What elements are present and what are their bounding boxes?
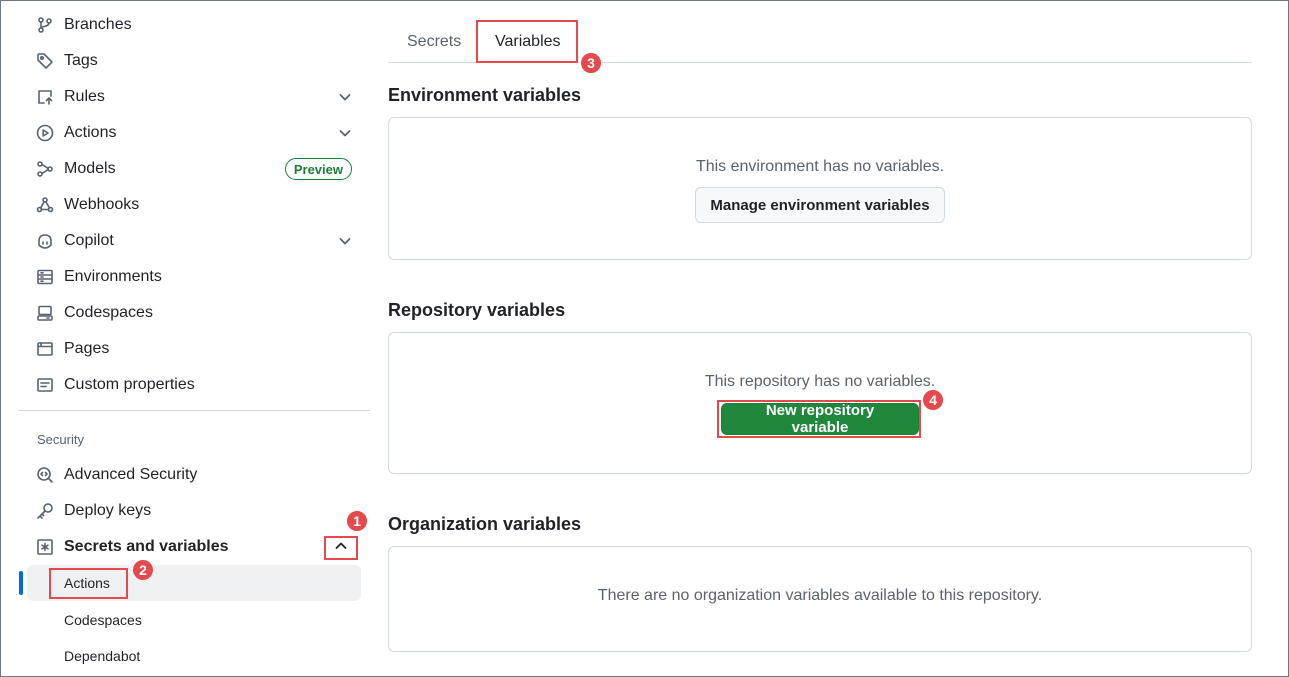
sidebar-item-codespaces[interactable]: Codespaces [27, 296, 361, 330]
codescan-icon [35, 465, 55, 485]
environment-variables-title: Environment variables [388, 85, 582, 105]
sidebar-item-label: Secrets and variables [64, 538, 229, 555]
repository-variables-title: Repository variables [388, 300, 566, 320]
environment-empty-message: This environment has no variables. [695, 158, 945, 175]
sidebar-item-label: Rules [64, 88, 105, 105]
sidebar-item-label: Models [64, 160, 116, 177]
tag-icon [35, 51, 55, 71]
tab-variables[interactable]: Variables [495, 21, 561, 62]
server-icon [35, 267, 55, 287]
chevron-up-icon [333, 538, 349, 559]
sidebar-item-label: Actions [64, 124, 117, 141]
collapse-secrets-button[interactable] [326, 537, 356, 559]
sidebar-item-label: Branches [64, 16, 132, 33]
active-indicator [19, 571, 23, 595]
chevron-down-icon[interactable] [337, 125, 353, 141]
preview-badge: Preview [284, 158, 352, 180]
callout-badge-1: 1 [346, 510, 368, 532]
sidebar-subitem-label: Codespaces [64, 612, 142, 628]
sidebar-item-label: Pages [64, 340, 110, 357]
key-icon [35, 501, 55, 521]
sidebar-item-label: Custom properties [64, 376, 195, 393]
organization-empty-message: There are no organization variables avai… [597, 587, 1043, 604]
sidebar-subitem-codespaces[interactable]: Codespaces [27, 602, 361, 638]
sidebar-item-webhooks[interactable]: Webhooks [27, 188, 361, 222]
chevron-down-icon[interactable] [337, 89, 353, 105]
chevron-down-icon[interactable] [337, 233, 353, 249]
environment-variables-panel: This environment has no variables. Manag… [388, 117, 1252, 260]
note-icon [35, 375, 55, 395]
sidebar-item-tags[interactable]: Tags [27, 44, 361, 78]
browser-icon [35, 339, 55, 359]
sidebar-item-label: Tags [64, 52, 98, 69]
codespaces-icon [35, 303, 55, 323]
organization-variables-title: Organization variables [388, 514, 582, 534]
sidebar-item-deploy-keys[interactable]: Deploy keys [27, 494, 361, 528]
sidebar-item-branches[interactable]: Branches [27, 8, 361, 42]
sidebar-item-pages[interactable]: Pages [27, 332, 361, 366]
settings-sidebar: Branches Tags Rules Actions Models Previ… [1, 1, 373, 676]
sidebar-item-actions[interactable]: Actions [27, 116, 361, 150]
new-repository-variable-button[interactable]: New repository variable [721, 402, 919, 436]
sidebar-item-rules[interactable]: Rules [27, 80, 361, 114]
tab-secrets[interactable]: Secrets [407, 21, 461, 62]
callout-badge-4: 4 [922, 389, 944, 411]
repository-empty-message: This repository has no variables. [704, 373, 936, 390]
callout-badge-3: 3 [580, 52, 602, 74]
sidebar-item-environments[interactable]: Environments [27, 260, 361, 294]
sidebar-subitem-label: Dependabot [64, 648, 141, 664]
sidebar-item-custom-properties[interactable]: Custom properties [27, 368, 361, 402]
sidebar-item-copilot[interactable]: Copilot [27, 224, 361, 258]
window-frame: Branches Tags Rules Actions Models Previ… [0, 0, 1289, 677]
sidebar-item-label: Codespaces [64, 304, 153, 321]
sidebar-item-label: Copilot [64, 232, 114, 249]
sidebar-divider [18, 410, 370, 411]
sidebar-subitem-actions[interactable]: Actions [27, 565, 361, 601]
play-icon [35, 123, 55, 143]
sidebar-subitem-label: Actions [64, 575, 110, 591]
sidebar-item-label: Deploy keys [64, 502, 152, 519]
organization-variables-panel: There are no organization variables avai… [388, 546, 1252, 652]
sidebar-item-label: Environments [64, 268, 162, 285]
sidebar-item-label: Advanced Security [64, 466, 198, 483]
manage-environment-variables-button[interactable]: Manage environment variables [695, 187, 945, 223]
rules-icon [35, 87, 55, 107]
sidebar-item-advanced-security[interactable]: Advanced Security [27, 458, 361, 492]
callout-badge-2: 2 [132, 559, 154, 581]
asterisk-icon [35, 537, 55, 557]
sidebar-item-label: Webhooks [64, 196, 140, 213]
git-branch-icon [35, 15, 55, 35]
sidebar-item-models[interactable]: Models Preview [27, 152, 361, 186]
sidebar-subitem-dependabot[interactable]: Dependabot [27, 638, 361, 674]
tab-bar: Secrets Variables [388, 21, 1252, 63]
webhook-icon [35, 195, 55, 215]
repository-variables-panel: This repository has no variables. New re… [388, 332, 1252, 474]
copilot-icon [35, 231, 55, 251]
sidebar-item-secrets-and-variables[interactable]: Secrets and variables [27, 530, 361, 564]
sidebar-section-security: Security [37, 432, 84, 447]
models-icon [35, 159, 55, 179]
